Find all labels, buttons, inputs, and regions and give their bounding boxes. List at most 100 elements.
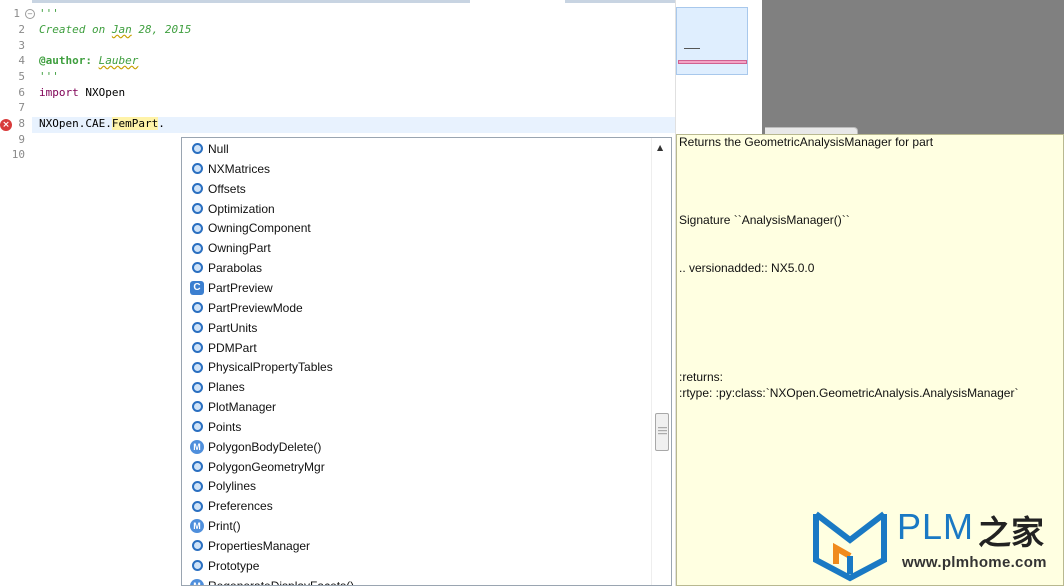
overview-error-marker[interactable]: [678, 60, 747, 64]
completion-item[interactable]: Offsets: [190, 180, 246, 200]
code-line-8[interactable]: NXOpen.CAE.FemPart.: [39, 116, 165, 132]
completion-item[interactable]: OwningComponent: [190, 219, 311, 239]
highlighted-symbol: FemPart: [111, 117, 159, 130]
completion-item-label: Points: [208, 419, 242, 434]
line-number: 6: [18, 86, 25, 99]
docstring-open: ''': [39, 7, 59, 20]
method-icon: M: [190, 439, 204, 454]
completion-item-label: PartUnits: [208, 320, 258, 335]
completion-item[interactable]: Polylines: [190, 477, 256, 497]
line-number: 8: [18, 117, 25, 130]
field-icon: [192, 500, 203, 512]
docstring-author-line: @author: Lauber: [39, 53, 138, 69]
doc-summary: Returns the GeometricAnalysisManager for…: [679, 135, 934, 149]
docstring-close: ''': [39, 70, 59, 83]
completion-item-label: PartPreviewMode: [208, 300, 303, 315]
completion-popup[interactable]: Null NXMatrices Offsets Optimization OwningC…: [181, 137, 672, 586]
import-line: import NXOpen: [39, 85, 125, 101]
completion-item-label: PolygonGeometryMgr: [208, 459, 325, 474]
completion-item[interactable]: PDMPart: [190, 339, 257, 359]
line-number: 1: [13, 7, 20, 20]
code-dot: .: [158, 117, 165, 130]
completion-item-label: Preferences: [208, 499, 273, 514]
completion-item[interactable]: NXMatrices: [190, 160, 270, 180]
completion-item[interactable]: OwningPart: [190, 239, 271, 259]
scroll-up-icon[interactable]: ▲: [657, 143, 663, 152]
field-icon: [192, 361, 203, 373]
fold-icon[interactable]: −: [25, 9, 35, 19]
field-icon: [192, 321, 203, 333]
method-icon: M: [190, 578, 204, 585]
background-panel: [762, 0, 1064, 134]
field-icon: [192, 222, 203, 234]
completion-item[interactable]: Planes: [190, 378, 245, 398]
completion-item[interactable]: PhysicalPropertyTables: [190, 358, 333, 378]
completion-item-label: Parabolas: [208, 261, 263, 276]
watermark-brand: PLM: [897, 506, 975, 547]
line-number: 9: [18, 133, 25, 146]
field-icon: [192, 540, 203, 552]
overview-line-marker: [684, 48, 700, 49]
completion-item[interactable]: PartPreviewMode: [190, 299, 303, 319]
completion-item[interactable]: Null: [190, 140, 229, 160]
field-icon: [192, 341, 203, 353]
completion-item-label: PartPreview: [208, 280, 273, 295]
completion-item-label: Prototype: [208, 558, 260, 573]
completion-item[interactable]: M Print(): [190, 517, 241, 537]
completion-item[interactable]: Parabolas: [190, 259, 262, 279]
completion-item-label: PlotManager: [208, 400, 277, 415]
completion-item[interactable]: PartUnits: [190, 319, 257, 339]
line-number: 3: [18, 39, 25, 52]
created-date-month: Jan: [111, 23, 132, 36]
author-tag: @author:: [39, 54, 92, 67]
completion-item[interactable]: C PartPreview: [190, 279, 273, 299]
field-icon: [192, 381, 203, 393]
completion-item-label: Print(): [208, 519, 241, 534]
doc-signature: Signature ``AnalysisManager()``: [679, 213, 850, 227]
completion-item[interactable]: M RegenerateDisplayFacets(): [190, 577, 355, 586]
completion-item[interactable]: M PolygonBodyDelete(): [190, 438, 321, 458]
completion-item[interactable]: Points: [190, 418, 241, 438]
line-number: 2: [18, 23, 25, 36]
completion-item-label: RegenerateDisplayFacets(): [208, 578, 355, 586]
completion-item-label: PolygonBodyDelete(): [208, 439, 322, 454]
editor-top-border-right: [565, 0, 675, 3]
overview-viewport[interactable]: [676, 7, 748, 75]
completion-item[interactable]: PolygonGeometryMgr: [190, 458, 325, 478]
completion-item[interactable]: PropertiesManager: [190, 537, 310, 557]
watermark-brand-cjk: 之家: [978, 513, 1044, 552]
watermark-url: www.plmhome.com: [902, 554, 1047, 571]
completion-item[interactable]: Preferences: [190, 497, 273, 517]
author-name: Lauber: [98, 54, 139, 67]
completion-item[interactable]: PlotManager: [190, 398, 276, 418]
completion-item-label: OwningComponent: [208, 221, 311, 236]
field-icon: [192, 183, 203, 195]
completion-item-label: NXMatrices: [208, 161, 271, 176]
created-prefix: Created on: [39, 23, 112, 36]
docstring-created-line: Created on Jan 28, 2015: [39, 22, 191, 38]
class-icon: C: [190, 280, 204, 295]
completion-item-label: Offsets: [208, 181, 246, 196]
field-icon: [192, 262, 203, 274]
field-icon: [192, 401, 203, 413]
field-icon: [192, 560, 203, 572]
code-prefix: NXOpen.CAE.: [39, 117, 112, 130]
doc-version: .. versionadded:: NX5.0.0: [679, 261, 815, 275]
import-keyword: import: [39, 86, 79, 99]
field-icon: [192, 302, 203, 314]
doc-rtype: :rtype: :py:class:`NXOpen.GeometricAnaly…: [679, 386, 1019, 400]
completion-scrollbar[interactable]: ▲ ― ― ―: [651, 138, 671, 585]
scroll-thumb[interactable]: ― ― ―: [655, 413, 669, 451]
completion-item[interactable]: Prototype: [190, 557, 259, 577]
completion-item-label: PropertiesManager: [208, 539, 311, 553]
line-number-gutter: 1 − 2 3 4 5 6 7 × 8 9 10: [0, 0, 35, 586]
watermark: PLM 之家 www.plmhome.com: [812, 502, 1064, 586]
field-icon: [192, 143, 203, 155]
created-date-rest: 28, 2015: [131, 23, 192, 36]
completion-item-label: Planes: [208, 380, 245, 395]
line-number: 7: [18, 101, 25, 114]
completion-item[interactable]: Optimization: [190, 200, 275, 220]
completion-item-label: Polylines: [208, 479, 257, 494]
plm-logo-icon: [813, 511, 887, 582]
import-module: NXOpen: [78, 86, 126, 99]
